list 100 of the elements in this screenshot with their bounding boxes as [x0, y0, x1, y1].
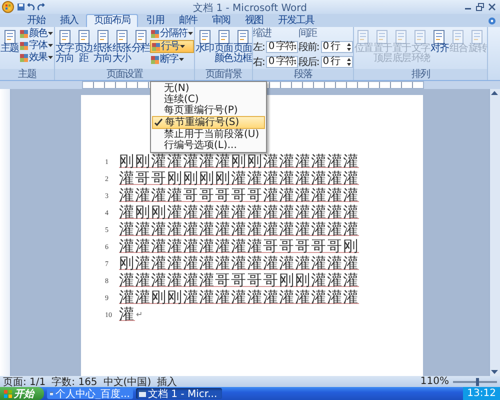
text-line: 灌: [119, 305, 135, 324]
undo-icon[interactable]: [27, 3, 35, 11]
ribbon-tab[interactable]: 页面布局: [86, 14, 138, 27]
taskbar-button[interactable]: 个人中心_百度...: [47, 388, 133, 399]
swatch-icon: [20, 30, 28, 38]
swatch-icon: [152, 42, 160, 50]
field-heading: 间距: [298, 28, 318, 39]
ribbon-button[interactable]: 断字: [150, 54, 194, 65]
save-icon[interactable]: [17, 3, 25, 11]
spin-icon: [294, 58, 296, 66]
ribbon-tab[interactable]: 邮件: [172, 15, 204, 27]
spin-field[interactable]: 0 行: [320, 41, 353, 53]
ribbon-tab[interactable]: 插入: [53, 15, 85, 27]
caret-icon: [179, 58, 184, 61]
menu-item[interactable]: 每页重编行号(P): [152, 105, 266, 116]
spin-field[interactable]: 0 字符: [266, 56, 298, 68]
ribbon-button[interactable]: 字体: [19, 40, 54, 51]
spin-icon: [346, 58, 351, 66]
check-icon: [154, 118, 163, 127]
text-line: 灌灌灌灌灌灌哥哥哥哥刚刚灌灌灌: [119, 271, 359, 290]
text-line: 刚灌灌灌灌灌灌灌灌灌灌灌灌灌灌: [119, 254, 359, 272]
page-icon: [357, 30, 370, 44]
ribbon-tab[interactable]: 开始: [20, 15, 52, 27]
restore-icon[interactable]: [476, 3, 484, 11]
zoom-level[interactable]: 110%: [420, 376, 449, 387]
page-icon: [134, 30, 146, 44]
status-item: 中文(中国): [103, 376, 152, 388]
caret-icon: [188, 32, 193, 35]
window-title: 文档 1 - Microsoft Word: [193, 3, 307, 14]
text-line: 灌灌灌灌灌灌灌灌灌哥哥哥哥哥刚: [119, 237, 359, 256]
page-icon: [116, 30, 128, 44]
ribbon-button[interactable]: 页面颜色: [214, 28, 233, 64]
text-line: 灌灌灌灌哥哥哥哥哥灌灌灌灌灌灌: [119, 186, 359, 204]
page-icon: [433, 30, 446, 44]
caret-icon: [48, 56, 53, 59]
text-line: 灌灌灌灌灌灌灌灌灌灌灌灌灌灌灌: [119, 220, 359, 238]
ribbon-button[interactable]: 颜色: [19, 28, 54, 39]
group-label: 段落: [253, 69, 353, 80]
ribbon-button[interactable]: 行号: [150, 40, 194, 53]
page-icon: [78, 30, 90, 44]
ribbon-tab[interactable]: 视图: [238, 15, 270, 27]
ribbon-button[interactable]: 水印: [195, 28, 214, 54]
clock: 13:12: [467, 388, 496, 399]
caret-icon: [48, 44, 53, 47]
scrollbar[interactable]: [489, 89, 500, 376]
ribbon-button[interactable]: 纸张方向: [93, 28, 112, 64]
page-icon: [471, 30, 484, 44]
ribbon-button[interactable]: 主题: [0, 28, 19, 54]
swatch-icon: [151, 56, 159, 64]
ribbon-tab[interactable]: 审阅: [205, 15, 237, 27]
field-label: 段前:: [298, 41, 320, 54]
field-label: 右:: [253, 56, 266, 69]
ribbon-button[interactable]: 分栏: [131, 28, 150, 54]
swatch-icon: [151, 30, 159, 38]
field-label: 左:: [253, 41, 266, 54]
menu-item[interactable]: 行编号选项(L)...: [152, 140, 266, 151]
group-label: 页面设置: [55, 69, 194, 80]
caret-icon: [180, 45, 185, 48]
group-label: 主题: [0, 69, 54, 80]
field-label: 段后:: [298, 56, 320, 68]
status-item: 页面: 1/1: [3, 376, 46, 388]
page-icon: [4, 30, 16, 44]
page-icon: [236, 30, 248, 44]
swatch-icon: [20, 42, 28, 50]
ribbon-button[interactable]: 分隔符: [150, 28, 194, 39]
page-icon: [218, 30, 230, 44]
redo-icon[interactable]: [37, 3, 45, 11]
slider-thumb[interactable]: [476, 378, 479, 386]
taskbar-button[interactable]: 文档 1 - Micr...: [136, 388, 222, 399]
menu-item[interactable]: 每节重编行号(S): [152, 116, 266, 129]
menu-item[interactable]: 禁止用于当前段落(U): [152, 129, 266, 140]
ribbon-button[interactable]: 纸张大小: [112, 28, 131, 64]
field-heading: 缩进: [253, 28, 272, 39]
text-line: 灌刚刚灌灌灌灌灌灌灌灌灌灌灌灌: [119, 203, 359, 222]
spin-field[interactable]: 0 字符: [266, 41, 298, 53]
spin-icon: [294, 43, 296, 51]
window-icon: [50, 390, 54, 397]
ribbon-tab[interactable]: 引用: [139, 15, 171, 27]
page-icon: [96, 30, 108, 44]
menu-item[interactable]: 连续(C): [152, 94, 266, 105]
office-logo[interactable]: [2, 1, 14, 13]
ribbon-button[interactable]: 页面边框: [233, 28, 252, 64]
status-item: 插入: [157, 376, 178, 388]
ribbon-button[interactable]: 效果: [19, 52, 54, 63]
page-icon: [452, 30, 464, 44]
ribbon-button[interactable]: 对齐: [430, 28, 449, 54]
paragraph-mark: ↵: [136, 310, 143, 319]
ribbon-button[interactable]: 文字方向: [55, 28, 74, 64]
ribbon-tab[interactable]: 开发工具: [271, 15, 321, 27]
page-icon: [414, 30, 426, 44]
page-icon: [395, 30, 408, 44]
status-item: 字数: 165: [52, 376, 98, 388]
group-label: 页面背景: [195, 69, 252, 80]
group-label: 排列: [354, 69, 487, 80]
menu-item[interactable]: 无(N): [152, 83, 266, 94]
text-line: 灌灌刚刚灌灌灌灌灌灌灌灌灌灌灌: [119, 288, 359, 306]
ribbon-button[interactable]: 页边距: [74, 28, 93, 64]
spin-field[interactable]: 0 行: [320, 56, 353, 68]
caret-icon: [48, 32, 53, 35]
close-icon[interactable]: [488, 3, 496, 11]
